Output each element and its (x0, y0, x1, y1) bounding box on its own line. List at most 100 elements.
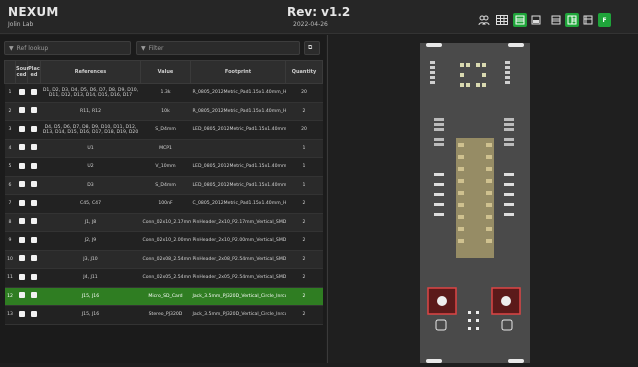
sourced-checkbox[interactable] (15, 231, 28, 251)
placed-checkbox[interactable] (27, 213, 41, 232)
footprint-cell: LED_0805_2012Metric_Pad1.15x1.40mm_HandS… (190, 157, 286, 177)
value-cell: S_D4mm (140, 176, 191, 195)
checkbox[interactable] (18, 273, 25, 280)
table-row[interactable]: 3 D4, D5, D6, D7, D8, D9, D10, D11, D12, … (4, 120, 323, 140)
footprint-cell: C_0805_2012Metric_Pad1.15x1.40mm_HandSol… (190, 194, 286, 214)
quantity-cell: 2 (285, 250, 323, 269)
value-cell: Conn_02x08_2.54mm (140, 250, 191, 269)
placed-checkbox[interactable] (27, 268, 41, 288)
checkbox[interactable] (31, 255, 37, 262)
references-cell: R11, R12 (40, 102, 141, 121)
col-header-value[interactable]: Value (140, 60, 191, 84)
sourced-checkbox[interactable] (15, 83, 28, 103)
checkbox[interactable] (18, 292, 25, 299)
copy-icon[interactable]: ⧉ (304, 41, 320, 55)
sourced-checkbox[interactable] (15, 213, 28, 232)
placed-checkbox[interactable] (27, 102, 41, 121)
checkbox[interactable] (31, 218, 37, 225)
sourced-checkbox[interactable] (15, 250, 28, 269)
placed-checkbox[interactable] (27, 157, 41, 177)
sourced-checkbox[interactable] (15, 268, 28, 288)
table-row[interactable]: 2 R11, R12 10k R_0805_2012Metric_Pad1.15x1.… (4, 102, 323, 121)
checkbox[interactable] (18, 236, 25, 243)
company-name: Jolin Lab (8, 21, 34, 28)
sourced-checkbox[interactable] (15, 102, 28, 121)
bom-right-icon[interactable] (565, 13, 579, 27)
checkbox[interactable] (31, 88, 37, 95)
checkbox[interactable] (18, 181, 25, 188)
checkbox[interactable] (31, 144, 37, 151)
checkbox[interactable] (31, 273, 37, 280)
table-row[interactable]: 8 J1, J8 Conn_02x10_2.17mm PinHeader_2x10_P… (4, 213, 323, 232)
checkbox[interactable] (31, 125, 37, 132)
sourced-checkbox[interactable] (15, 157, 28, 177)
checkbox[interactable] (18, 162, 25, 169)
table-row[interactable]: 1 D1, D2, D3, D4, D5, D6, D7, D8, D9, D10… (4, 83, 323, 103)
placed-checkbox[interactable] (27, 305, 41, 325)
col-header-references[interactable]: References (40, 60, 141, 84)
checkbox[interactable] (18, 88, 25, 95)
checkbox[interactable] (18, 218, 25, 225)
placed-checkbox[interactable] (27, 83, 41, 103)
filter-icon: ▼ (141, 44, 146, 52)
placed-checkbox[interactable] (27, 250, 41, 269)
row-index: 1 (4, 83, 16, 103)
checkbox[interactable] (18, 125, 25, 132)
checkbox[interactable] (31, 107, 37, 114)
pcb-view[interactable] (327, 35, 638, 363)
pcb-board[interactable] (420, 43, 530, 363)
bom-top-icon[interactable] (549, 13, 563, 27)
table-row[interactable]: 4 U1 MCP1 1 (4, 139, 323, 158)
placed-checkbox[interactable] (27, 139, 41, 158)
sourced-checkbox[interactable] (15, 176, 28, 195)
layer-front-button[interactable]: F (598, 13, 611, 27)
checkbox[interactable] (31, 310, 37, 317)
app-title: NEXUM (8, 5, 59, 19)
checkbox[interactable] (31, 236, 37, 243)
checkbox[interactable] (31, 181, 37, 188)
table-row[interactable]: 7 C45, C47 100nF C_0805_2012Metric_Pad1.15x… (4, 194, 323, 214)
table-row[interactable]: 12 J15, J16 Micro_SD_Card Jack_3.5mm_PJ320D… (4, 287, 323, 306)
col-header-placed[interactable]: Plac ed (27, 60, 41, 84)
sourced-checkbox[interactable] (15, 139, 28, 158)
checkbox[interactable] (31, 199, 37, 206)
footprint-cell: PinHeader_2x05_P2.54mm_Vertical_SMD (190, 268, 286, 288)
table-row[interactable]: 13 J15, J16 Stereo_PJ320D Jack_3.5mm_PJ320D… (4, 305, 323, 325)
placed-checkbox[interactable] (27, 287, 41, 306)
sourced-checkbox[interactable] (15, 305, 28, 325)
pcb-icon[interactable] (581, 13, 595, 27)
sourced-checkbox[interactable] (15, 194, 28, 214)
placed-checkbox[interactable] (27, 194, 41, 214)
checkbox[interactable] (18, 144, 25, 151)
people-icon[interactable] (477, 13, 491, 27)
placed-checkbox[interactable] (27, 176, 41, 195)
table-row[interactable]: 11 J4, J11 Conn_02x05_2.54mm PinHeader_2x05… (4, 268, 323, 288)
top-bar: NEXUM Jolin Lab Rev: v1.2 2022-04-26 F (0, 0, 638, 34)
checkbox[interactable] (31, 162, 37, 169)
sourced-checkbox[interactable] (15, 120, 28, 140)
checkbox[interactable] (18, 310, 25, 317)
table-row[interactable]: 9 J2, J9 Conn_02x10_2.00mm PinHeader_2x10_P… (4, 231, 323, 251)
bom-left-icon[interactable] (513, 13, 527, 27)
value-cell: Conn_02x10_2.17mm (140, 213, 191, 232)
footprint-cell: LED_0805_2012Metric_Pad1.15x1.40mm_HandS… (190, 176, 286, 195)
table-icon[interactable] (495, 13, 509, 27)
checkbox[interactable] (18, 107, 25, 114)
table-row[interactable]: 6 D3 S_D4mm LED_0805_2012Metric_Pad1.15x1.4… (4, 176, 323, 195)
placed-checkbox[interactable] (27, 231, 41, 251)
split-icon[interactable] (529, 13, 543, 27)
table-row[interactable]: 5 U2 V_10mm LED_0805_2012Metric_Pad1.15x1.4… (4, 157, 323, 177)
col-header-sourced[interactable]: Sour ced (15, 60, 29, 84)
filter-input[interactable]: ▼ Filter (136, 41, 300, 55)
checkbox[interactable] (31, 292, 37, 299)
table-row[interactable]: 10 J3, J10 Conn_02x08_2.54mm PinHeader_2x08… (4, 250, 323, 269)
references-cell: J2, J9 (40, 231, 141, 251)
checkbox[interactable] (18, 255, 25, 262)
sourced-checkbox[interactable] (15, 287, 28, 306)
placed-checkbox[interactable] (27, 120, 41, 140)
col-header-quantity[interactable]: Quantity (285, 60, 323, 84)
value-cell: 10k (140, 102, 191, 121)
ref-lookup-input[interactable]: ▼ Ref lookup (4, 41, 131, 55)
col-header-footprint[interactable]: Footprint (190, 60, 286, 84)
checkbox[interactable] (18, 199, 25, 206)
